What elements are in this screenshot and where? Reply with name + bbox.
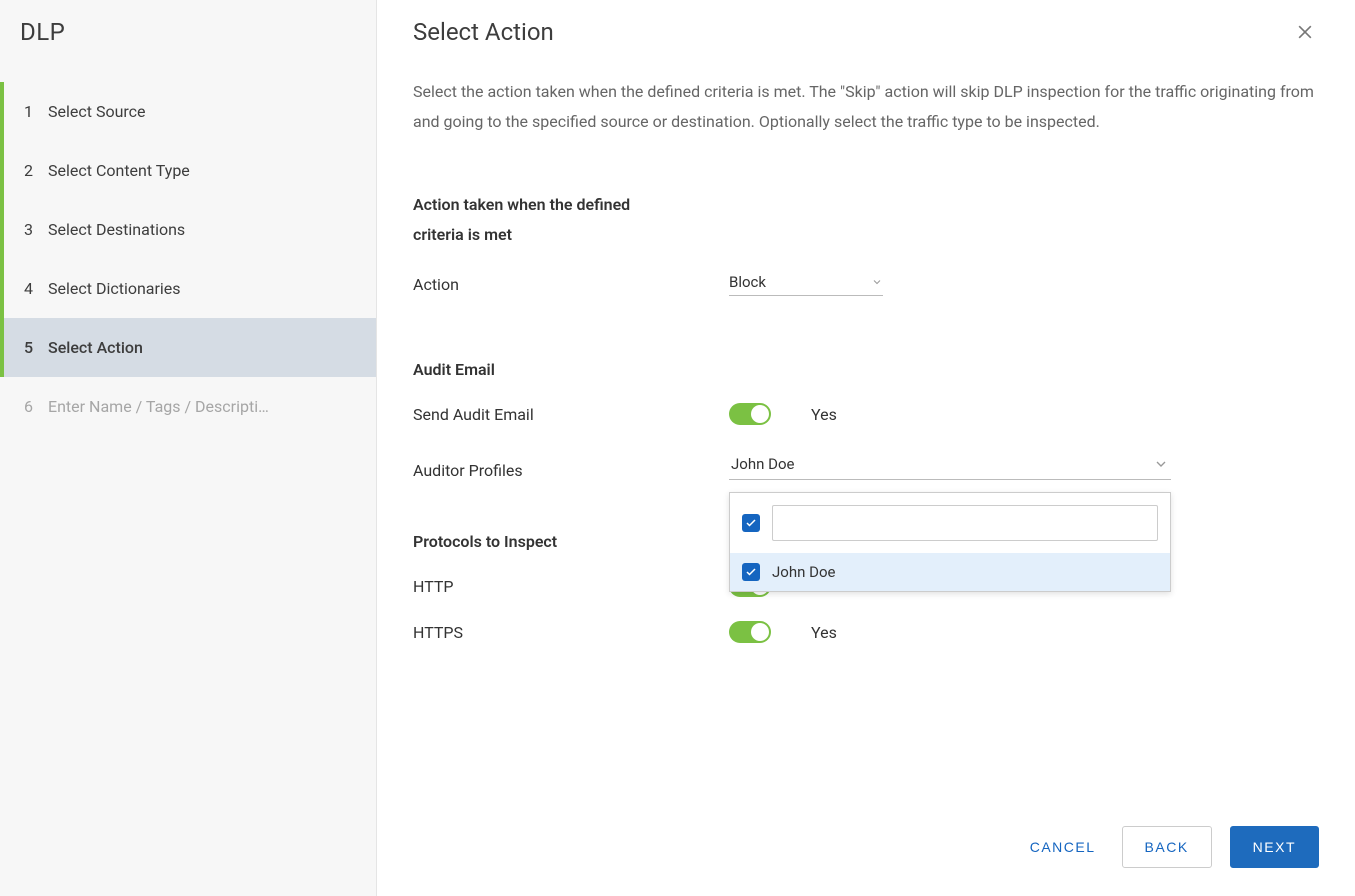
step-select-source[interactable]: 1 Select Source [0,82,376,141]
checkmark-icon [745,517,757,529]
dropdown-option-john-doe[interactable]: John Doe [730,553,1170,591]
toggle-knob [751,623,769,641]
next-button[interactable]: NEXT [1230,826,1319,868]
https-toggle[interactable] [729,621,771,643]
send-audit-label: Send Audit Email [413,405,729,424]
send-audit-toggle-wrap: Yes [729,403,837,425]
step-number: 6 [24,397,48,416]
page-title: Select Action [413,18,554,46]
https-row: HTTPS Yes [413,621,1319,643]
main-header: Select Action [413,18,1319,49]
action-label: Action [413,275,729,294]
auditor-profiles-row: Auditor Profiles John Doe [413,449,1319,480]
step-number: 3 [24,220,48,239]
action-value: Block [729,273,766,291]
step-label: Select Dictionaries [48,279,181,298]
step-number: 1 [24,102,48,121]
step-select-dictionaries[interactable]: 4 Select Dictionaries [0,259,376,318]
http-label: HTTP [413,577,729,596]
auditor-profiles-multiselect: John Doe [729,449,1171,480]
select-all-checkbox[interactable] [742,514,760,532]
step-select-destinations[interactable]: 3 Select Destinations [0,200,376,259]
toggle-knob [751,405,769,423]
auditor-profiles-control[interactable]: John Doe [729,449,1171,480]
step-label: Select Action [48,338,143,357]
option-checkbox[interactable] [742,563,760,581]
main-content: Select Action Select the action taken wh… [377,0,1355,896]
auditor-profiles-value: John Doe [731,455,794,473]
action-field-row: Action Block [413,273,1319,296]
send-audit-toggle[interactable] [729,403,771,425]
cancel-button[interactable]: CANCEL [1022,827,1104,867]
wizard-footer: CANCEL BACK NEXT [413,806,1319,896]
step-number: 2 [24,161,48,180]
https-value: Yes [811,623,837,642]
close-button[interactable] [1291,18,1319,49]
step-label: Select Content Type [48,161,190,180]
dropdown-search-input[interactable] [772,505,1158,541]
step-label: Select Destinations [48,220,185,239]
checkmark-icon [745,566,757,578]
step-number: 4 [24,279,48,298]
auditor-profiles-label: Auditor Profiles [413,461,729,480]
chevron-down-icon [871,276,883,288]
option-label: John Doe [772,563,835,581]
https-toggle-wrap: Yes [729,621,837,643]
action-select[interactable]: Block [729,273,883,296]
sidebar: DLP 1 Select Source 2 Select Content Typ… [0,0,377,896]
step-number: 5 [24,338,48,357]
back-button[interactable]: BACK [1122,826,1212,868]
step-enter-name: 6 Enter Name / Tags / Descripti… [0,377,376,436]
chevron-down-icon [1153,456,1169,472]
close-icon [1295,22,1315,42]
dropdown-header [730,493,1170,553]
sidebar-title: DLP [0,18,376,46]
auditor-profiles-dropdown: John Doe [729,492,1171,592]
wizard-steps: 1 Select Source 2 Select Content Type 3 … [0,82,376,436]
step-select-content-type[interactable]: 2 Select Content Type [0,141,376,200]
step-select-action[interactable]: 5 Select Action [0,318,376,377]
https-label: HTTPS [413,623,729,642]
step-label: Enter Name / Tags / Descripti… [48,397,269,416]
page-description: Select the action taken when the defined… [413,77,1319,136]
action-section-heading: Action taken when the defined criteria i… [413,190,683,249]
send-audit-value: Yes [811,405,837,424]
step-label: Select Source [48,102,146,121]
audit-section-heading: Audit Email [413,360,1319,379]
send-audit-row: Send Audit Email Yes [413,403,1319,425]
